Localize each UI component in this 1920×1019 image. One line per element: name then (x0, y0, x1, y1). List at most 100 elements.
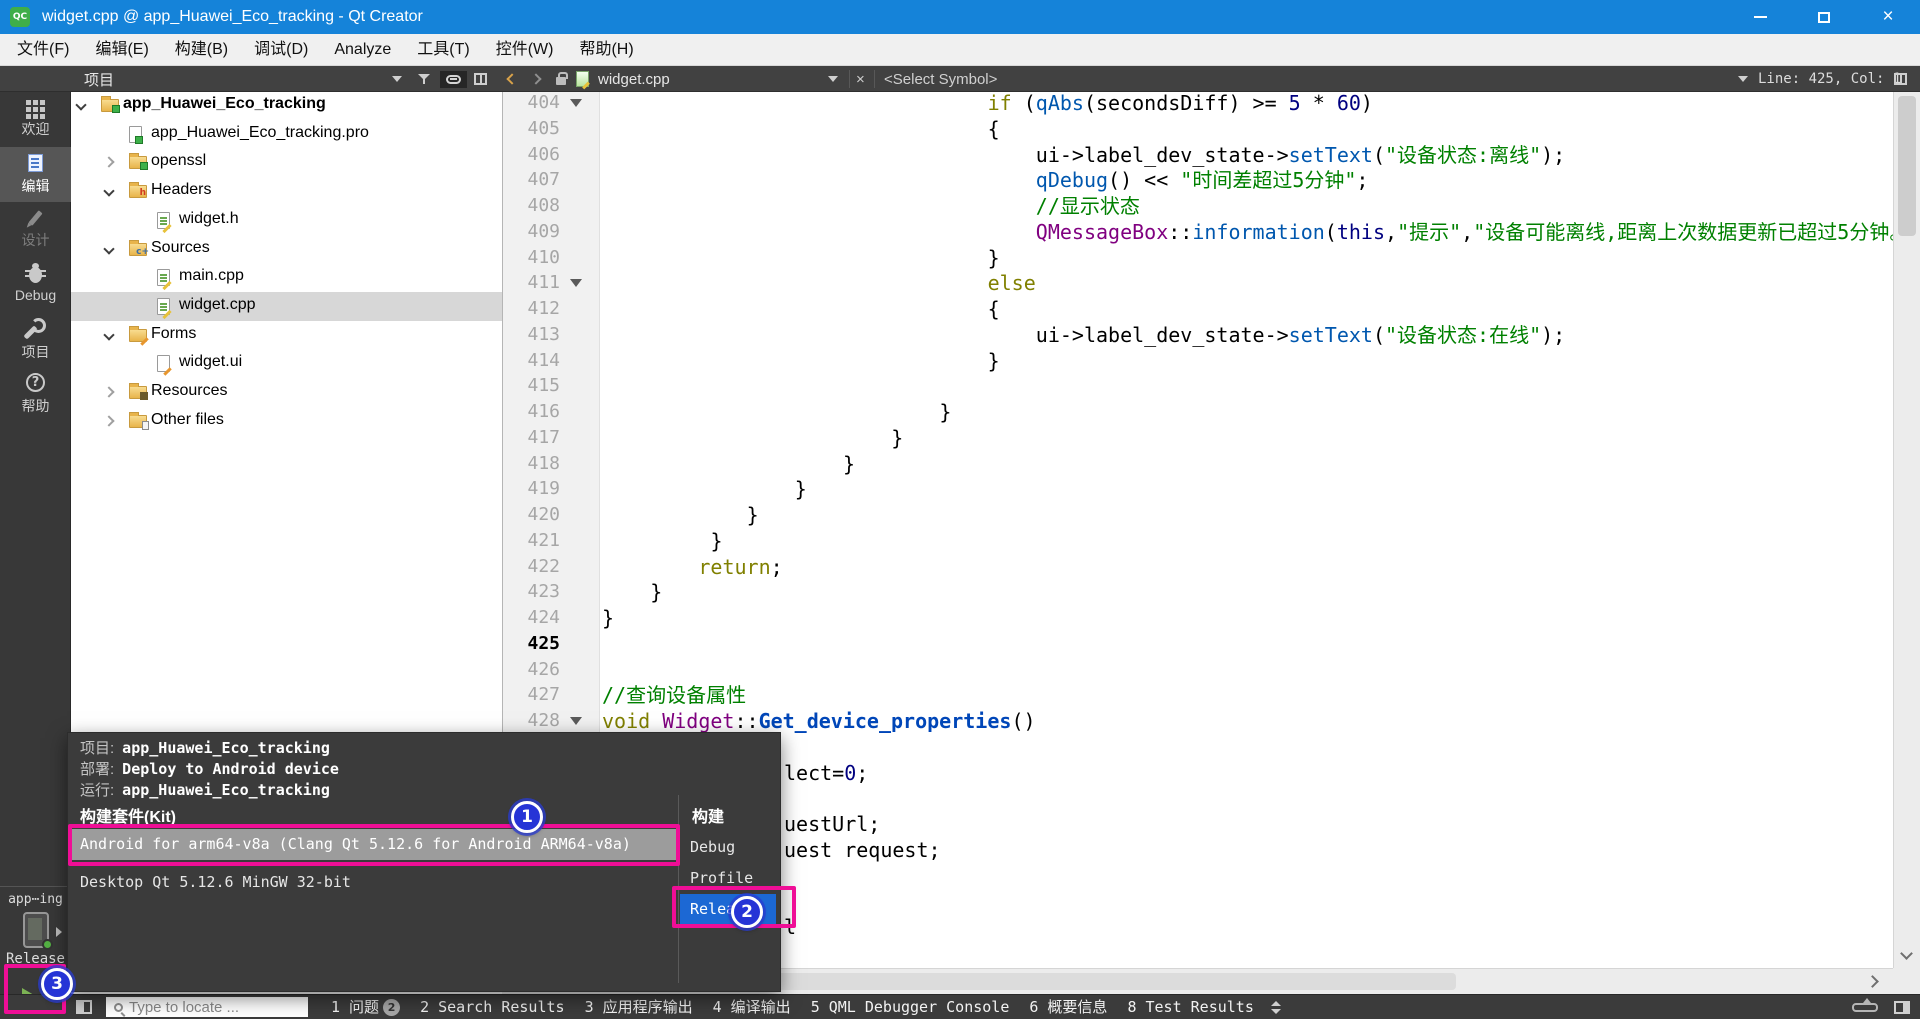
tree-row[interactable]: Forms (71, 321, 502, 350)
sync-with-editor-icon[interactable] (440, 66, 467, 92)
code-line[interactable]: 408 //显示状态 (502, 193, 1893, 219)
chevron-right-icon[interactable] (103, 415, 115, 427)
code-line[interactable]: 426 (502, 657, 1893, 683)
code-line[interactable]: 428 void Widget::Get_device_properties() (502, 708, 1893, 734)
menu-item-6[interactable]: 工具(T) (404, 34, 482, 66)
tree-row[interactable]: widget.cpp (71, 291, 502, 321)
open-document-selector[interactable]: widget.cpp (598, 66, 670, 92)
sidebar-item-编辑[interactable]: 编辑 (0, 147, 71, 202)
output-pane-tab[interactable]: 1 问题 2 (322, 995, 409, 1019)
output-pane-tab[interactable]: 2 Search Results (411, 995, 574, 1019)
split-pane-icon[interactable] (474, 66, 487, 92)
output-pane-tab[interactable]: 6 概要信息 (1020, 995, 1116, 1019)
output-pane-toggle-icon[interactable] (1270, 1000, 1281, 1014)
code-text: else (987, 271, 1036, 296)
gutter-line-number: 427 (527, 684, 560, 706)
sidebar-item-项目[interactable]: 项目 (0, 312, 71, 367)
output-pane-tab[interactable]: 4 编译输出 (704, 995, 800, 1019)
code-line[interactable]: 425 (502, 631, 1893, 657)
chevron-down-icon[interactable] (103, 328, 115, 341)
sidebar-item-设计[interactable]: 设计 (0, 202, 71, 257)
code-line[interactable]: 411 else (502, 270, 1893, 296)
code-line[interactable]: 427 //查询设备属性 (502, 682, 1893, 708)
chevron-down-icon[interactable] (75, 99, 87, 111)
build-progress-icon[interactable] (1852, 998, 1878, 1012)
tree-row[interactable]: widget.ui (71, 349, 502, 378)
nav-back-button[interactable] (506, 66, 518, 92)
code-line[interactable]: 404 if (qAbs(secondsDiff) >= 5 * 60) (502, 92, 1893, 116)
code-line[interactable]: 422 return; (502, 554, 1893, 580)
tree-row[interactable]: app_Huawei_Eco_tracking.pro (71, 120, 502, 149)
symbol-selector[interactable]: <Select Symbol> (884, 66, 997, 92)
menu-item-4[interactable]: 调试(D) (241, 34, 321, 66)
code-text: } (987, 348, 1000, 373)
sidebar-item-Debug[interactable]: Debug (0, 257, 71, 312)
kit-option[interactable]: Desktop Qt 5.12.6 MinGW 32-bit (70, 867, 676, 898)
split-editor-icon[interactable] (1894, 66, 1907, 92)
menu-item-3[interactable]: 构建(B) (162, 34, 241, 66)
tree-row[interactable]: main.cpp (71, 263, 502, 292)
code-line[interactable]: 414} (502, 348, 1893, 374)
locator-input[interactable] (129, 998, 289, 1016)
code-line[interactable]: 410} (502, 245, 1893, 271)
chevron-right-icon[interactable] (103, 156, 115, 169)
vscroll-thumb[interactable] (1898, 96, 1916, 236)
fold-marker-icon[interactable] (570, 717, 582, 725)
popup-info-row: 部署: Deploy to Android device (80, 758, 339, 779)
minimize-button[interactable] (1728, 0, 1792, 34)
nav-forward-button[interactable] (530, 66, 542, 92)
tree-row[interactable]: Resources (71, 378, 502, 407)
code-line[interactable]: 413 ui->label_dev_state->setText("设备状态:在线… (502, 322, 1893, 348)
sidebar-item-帮助[interactable]: 帮助 (0, 367, 71, 422)
code-line[interactable]: 416} (502, 399, 1893, 425)
code-line[interactable]: 424} (502, 605, 1893, 631)
close-button[interactable]: × (1856, 0, 1920, 34)
code-line[interactable]: 418} (502, 451, 1893, 477)
document-combo-arrow[interactable] (828, 66, 838, 92)
code-line[interactable]: 406 ui->label_dev_state->setText("设备状态:离线… (502, 142, 1893, 168)
menu-item-8[interactable]: 帮助(H) (566, 34, 646, 66)
fold-marker-icon[interactable] (570, 279, 582, 288)
toggle-sidebar-icon[interactable] (76, 1000, 92, 1014)
locator-box[interactable] (106, 997, 308, 1017)
menu-item-5[interactable]: Analyze (321, 34, 404, 66)
menu-item-7[interactable]: 控件(W) (483, 34, 567, 66)
code-line[interactable]: 412 { (502, 296, 1893, 322)
toggle-right-panel-icon[interactable] (1894, 1001, 1910, 1014)
code-line[interactable]: 409 QMessageBox::information(this,"提示","设… (502, 219, 1893, 245)
code-text: } (843, 451, 856, 476)
tree-row[interactable]: openssl (71, 148, 502, 177)
chevron-right-icon[interactable] (103, 386, 115, 398)
build-config-option[interactable]: Debug (680, 832, 776, 862)
menu-item-1[interactable]: 文件(F) (4, 34, 82, 66)
code-line[interactable]: 407 qDebug() << "时间差超过5分钟"; (502, 167, 1893, 193)
fold-marker-icon[interactable] (570, 99, 582, 107)
sidebar-item-欢迎[interactable]: 欢迎 (0, 92, 71, 147)
tree-row[interactable]: Headers (71, 177, 502, 206)
output-pane-tab[interactable]: 8 Test Results (1118, 995, 1262, 1019)
tree-row[interactable]: widget.h (71, 206, 502, 235)
vertical-scrollbar[interactable] (1893, 92, 1920, 968)
code-line[interactable]: 421} (502, 528, 1893, 554)
code-line[interactable]: 405 { (502, 116, 1893, 142)
kit-run-selector[interactable]: app⋯ing Release (0, 886, 71, 967)
filter-icon[interactable] (418, 66, 430, 92)
code-line[interactable]: 415 (502, 373, 1893, 399)
menu-item-2[interactable]: 编辑(E) (82, 34, 161, 66)
code-line[interactable]: 417} (502, 425, 1893, 451)
tree-row[interactable]: Other files (71, 407, 502, 436)
output-pane-tab[interactable]: 3 应用程序输出 (576, 995, 702, 1019)
tree-row[interactable]: Sources (71, 235, 502, 264)
code-line[interactable]: 420} (502, 502, 1893, 528)
project-pane-combo-arrow[interactable] (392, 66, 402, 92)
tree-row[interactable]: app_Huawei_Eco_tracking (71, 92, 502, 120)
sidebar-item-label: 帮助 (21, 398, 50, 414)
line-col-combo-arrow[interactable] (1738, 66, 1748, 92)
output-pane-tab[interactable]: 5 QML Debugger Console (802, 995, 1019, 1019)
chevron-down-icon[interactable] (103, 242, 115, 255)
code-line[interactable]: 423} (502, 579, 1893, 605)
code-line[interactable]: 419} (502, 476, 1893, 502)
maximize-button[interactable] (1792, 0, 1856, 34)
close-document-button[interactable]: × (856, 66, 865, 92)
chevron-down-icon[interactable] (103, 185, 115, 197)
